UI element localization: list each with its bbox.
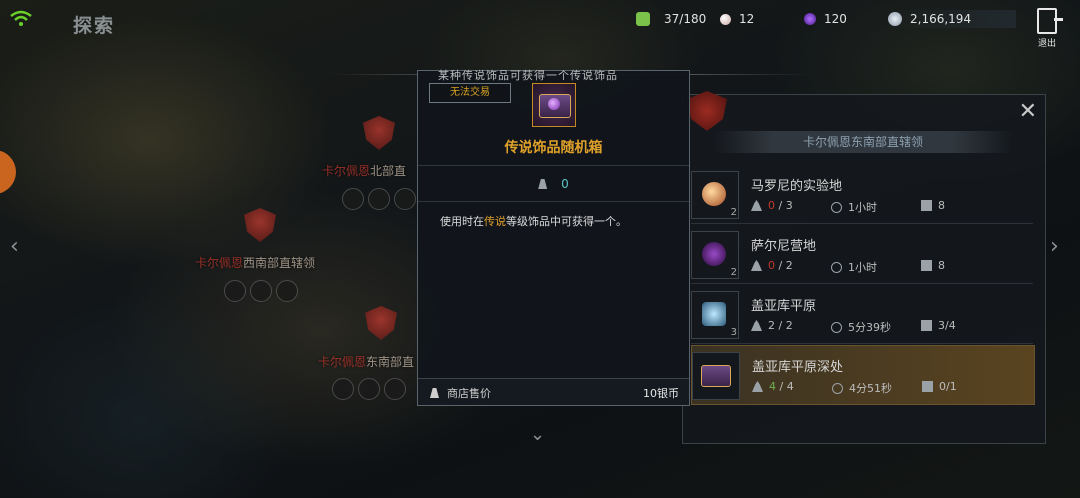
region-shield-icon xyxy=(244,208,276,242)
node-thumbnail: 2 xyxy=(691,231,739,279)
energy-icon xyxy=(636,12,650,26)
crystal-icon xyxy=(804,13,816,25)
shop-price-row: 商店售价 10银币 xyxy=(418,378,689,405)
map-region-label: 卡尔佩恩北部直 xyxy=(322,164,407,178)
node-thumbnail: 2 xyxy=(691,171,739,219)
map-right-arrow-icon[interactable]: › xyxy=(1050,234,1059,259)
chest-icon xyxy=(701,365,731,387)
clock-icon xyxy=(832,383,843,394)
region-crest-icon xyxy=(687,91,727,131)
building-icon xyxy=(921,320,932,331)
region-shield-icon xyxy=(365,306,397,340)
item-description: 使用时在传说等级饰品中可获得一个。 xyxy=(440,215,627,228)
node-thumbnail xyxy=(692,352,740,400)
building-icon xyxy=(921,200,932,211)
tooltip-header-text: 某种传说饰品可获得一个传说饰品 xyxy=(438,69,618,82)
list-item[interactable]: 2 马罗尼的实验地 0 / 3 1小时 8 xyxy=(691,165,1033,224)
energy-counter: 37/180 xyxy=(636,10,706,28)
panel-title: 卡尔佩恩东南部直辖领 xyxy=(713,131,1013,153)
top-bar: 探索 37/180 12 120 2,166,194 退出 xyxy=(0,0,1080,49)
silver-counter: 2,166,194 xyxy=(888,10,1016,28)
pearl-counter: 12 xyxy=(720,10,754,28)
crystal-counter: 120 xyxy=(804,10,847,28)
node-icon xyxy=(702,242,726,266)
map-region-slots xyxy=(224,280,298,302)
map-left-arrow-icon[interactable]: ‹ xyxy=(10,234,19,259)
weight-icon xyxy=(538,179,548,189)
map-down-arrow-icon[interactable]: ⌄ xyxy=(530,424,545,445)
item-weight: 0 xyxy=(418,177,689,191)
item-tooltip: 某种传说饰品可获得一个传说饰品 无法交易 传说饰品随机箱 0 使用时在传说等级饰… xyxy=(417,69,690,406)
map-region-marker[interactable] xyxy=(365,306,401,342)
page-title: 探索 xyxy=(73,15,116,37)
silver-coin-icon xyxy=(888,12,902,26)
list-item[interactable]: 3 盖亚库平原 2 / 2 5分39秒 3/4 xyxy=(691,285,1033,344)
wifi-icon xyxy=(10,10,32,26)
building-icon xyxy=(922,381,933,392)
map-region-marker[interactable] xyxy=(244,208,280,244)
node-icon xyxy=(702,182,726,206)
map-region-slots xyxy=(342,188,416,210)
clock-icon xyxy=(831,262,842,273)
clock-icon xyxy=(831,202,842,213)
trade-status-badge: 无法交易 xyxy=(429,83,511,103)
node-thumbnail: 3 xyxy=(691,291,739,339)
list-item-selected[interactable]: 盖亚库平原深处 4 / 4 4分51秒 0/1 xyxy=(691,345,1035,405)
worker-icon xyxy=(752,381,763,392)
orb-icon xyxy=(548,98,560,110)
exit-button[interactable]: 退出 xyxy=(1032,8,1063,49)
exit-door-icon xyxy=(1037,8,1063,34)
worker-icon xyxy=(751,200,762,211)
item-name: 传说饰品随机箱 xyxy=(504,140,603,156)
map-region-label: 卡尔佩恩西南部直辖领 xyxy=(195,256,316,270)
region-shield-icon xyxy=(363,116,395,150)
pearl-icon xyxy=(720,13,731,25)
map-region-slots xyxy=(332,378,406,400)
list-item[interactable]: 2 萨尔尼营地 0 / 2 1小时 8 xyxy=(691,225,1033,284)
money-bag-icon xyxy=(430,388,439,398)
map-region-label: 卡尔佩恩东南部直 xyxy=(318,355,415,369)
map-region-marker[interactable] xyxy=(363,116,399,152)
item-icon xyxy=(532,83,576,127)
node-icon xyxy=(702,302,726,326)
worker-icon xyxy=(751,320,762,331)
building-icon xyxy=(921,260,932,271)
clock-icon xyxy=(831,322,842,333)
region-detail-panel: ✕ 卡尔佩恩东南部直辖领 2 马罗尼的实验地 0 / 3 1小时 8 2 萨尔尼… xyxy=(682,91,1046,444)
close-icon[interactable]: ✕ xyxy=(1019,99,1037,124)
worker-icon xyxy=(751,260,762,271)
